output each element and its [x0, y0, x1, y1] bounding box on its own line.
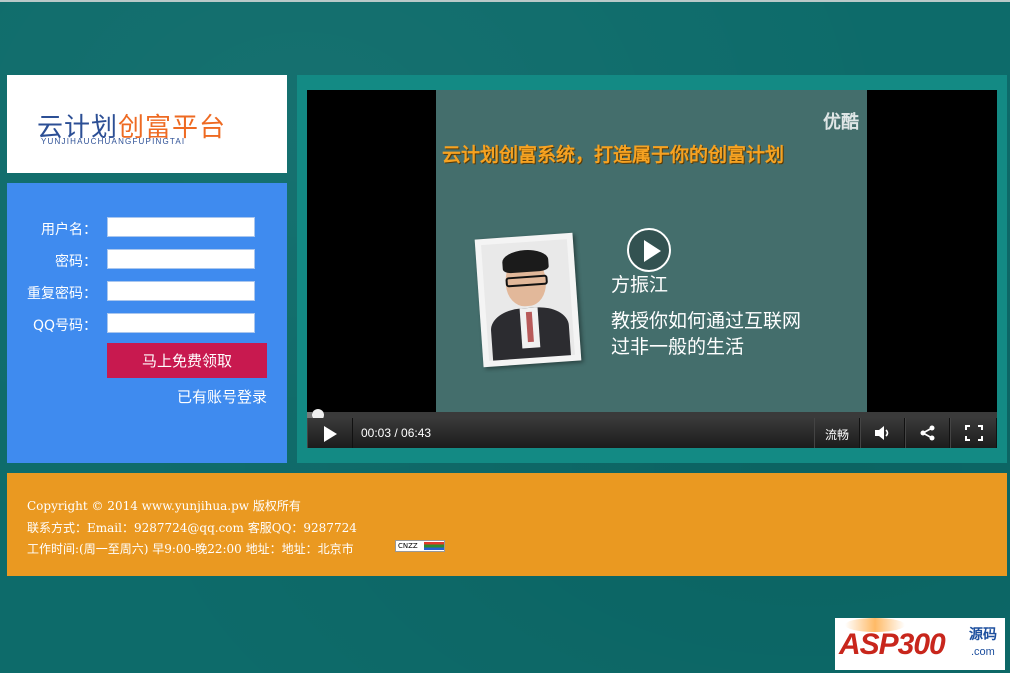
top-border: [0, 0, 1010, 2]
quality-label: 流畅: [825, 428, 850, 442]
footer-contact: 联系方式：Email：9287724@qq.com 客服QQ：9287724: [27, 521, 357, 535]
play-icon: [324, 426, 337, 442]
player-controls: 00:03 / 06:43 流畅: [307, 418, 997, 448]
speaker-name: 方振江: [611, 274, 669, 296]
photo-background: [481, 239, 575, 361]
speaker-photo: [474, 232, 582, 368]
volume-icon: [874, 426, 888, 440]
time-display: 00:03 / 06:43: [361, 426, 432, 440]
youku-watermark: 优酷: [823, 112, 859, 133]
speaker-desc-line2: 过非一般的生活: [611, 336, 745, 358]
cnzz-text: CNZZ: [398, 542, 418, 550]
footer-copyright: Copyright © 2014 www.yunjihua.pw 版权所有: [27, 499, 301, 513]
share-icon: [920, 425, 934, 441]
big-play-icon[interactable]: [627, 228, 671, 272]
confirm-password-row: 重复密码：: [7, 281, 287, 303]
registration-form: 用户名： 密码： 重复密码： QQ号码： 马上免费领取 已有账号登录: [7, 183, 287, 463]
quality-button[interactable]: 流畅: [814, 418, 860, 448]
video-frame[interactable]: 优酷 云计划创富系统，打造属于你的创富计划 方振江 教授你如何通过互联网 过非一…: [436, 90, 867, 412]
person-hair: [501, 248, 549, 274]
cnzz-color-bar: [424, 542, 444, 550]
fullscreen-icon: [964, 425, 983, 441]
existing-account-login-link[interactable]: 已有账号登录: [177, 386, 267, 407]
free-claim-button[interactable]: 马上免费领取: [107, 343, 267, 378]
footer: Copyright © 2014 www.yunjihua.pw 版权所有 联系…: [7, 473, 1007, 576]
speaker-description: 教授你如何通过互联网 过非一般的生活: [611, 308, 801, 360]
qq-input[interactable]: [107, 313, 255, 333]
password-label: 密码：: [55, 254, 97, 270]
video-panel: 优酷 云计划创富系统，打造属于你的创富计划 方振江 教授你如何通过互联网 过非一…: [297, 75, 1007, 463]
password-row: 密码：: [7, 249, 287, 271]
volume-button[interactable]: [860, 418, 905, 448]
confirm-password-input[interactable]: [107, 281, 255, 301]
logo-subtitle: YUNJIHAUCHUANGFUPINGTAI: [41, 137, 186, 146]
fullscreen-button[interactable]: [950, 418, 997, 448]
speaker-desc-line1: 教授你如何通过互联网: [611, 310, 802, 332]
asp300-yuanma: 源码: [969, 627, 997, 643]
username-input[interactable]: [107, 217, 255, 237]
asp300-brand: ASP300: [839, 628, 946, 661]
play-triangle: [644, 240, 661, 262]
asp300-watermark-logo: ASP300 源码 .com: [835, 618, 1005, 670]
video-headline: 云计划创富系统，打造属于你的创富计划: [442, 144, 785, 166]
cnzz-stat-badge[interactable]: CNZZ: [395, 540, 445, 552]
footer-hours-address: 工作时间:(周一至周六) 早9:00-晚22:00 地址：地址：北京市: [27, 542, 354, 556]
share-button[interactable]: [905, 418, 950, 448]
logo-panel: 云计划创富平台 YUNJIHAUCHUANGFUPINGTAI: [7, 75, 287, 173]
asp300-domain: .com: [971, 646, 995, 658]
play-button[interactable]: [307, 418, 353, 448]
username-row: 用户名：: [7, 217, 287, 239]
qq-label: QQ号码：: [32, 318, 97, 334]
confirm-password-label: 重复密码：: [27, 286, 97, 302]
password-input[interactable]: [107, 249, 255, 269]
username-label: 用户名：: [41, 222, 97, 238]
video-player[interactable]: 优酷 云计划创富系统，打造属于你的创富计划 方振江 教授你如何通过互联网 过非一…: [307, 90, 997, 448]
qq-row: QQ号码：: [7, 313, 287, 335]
